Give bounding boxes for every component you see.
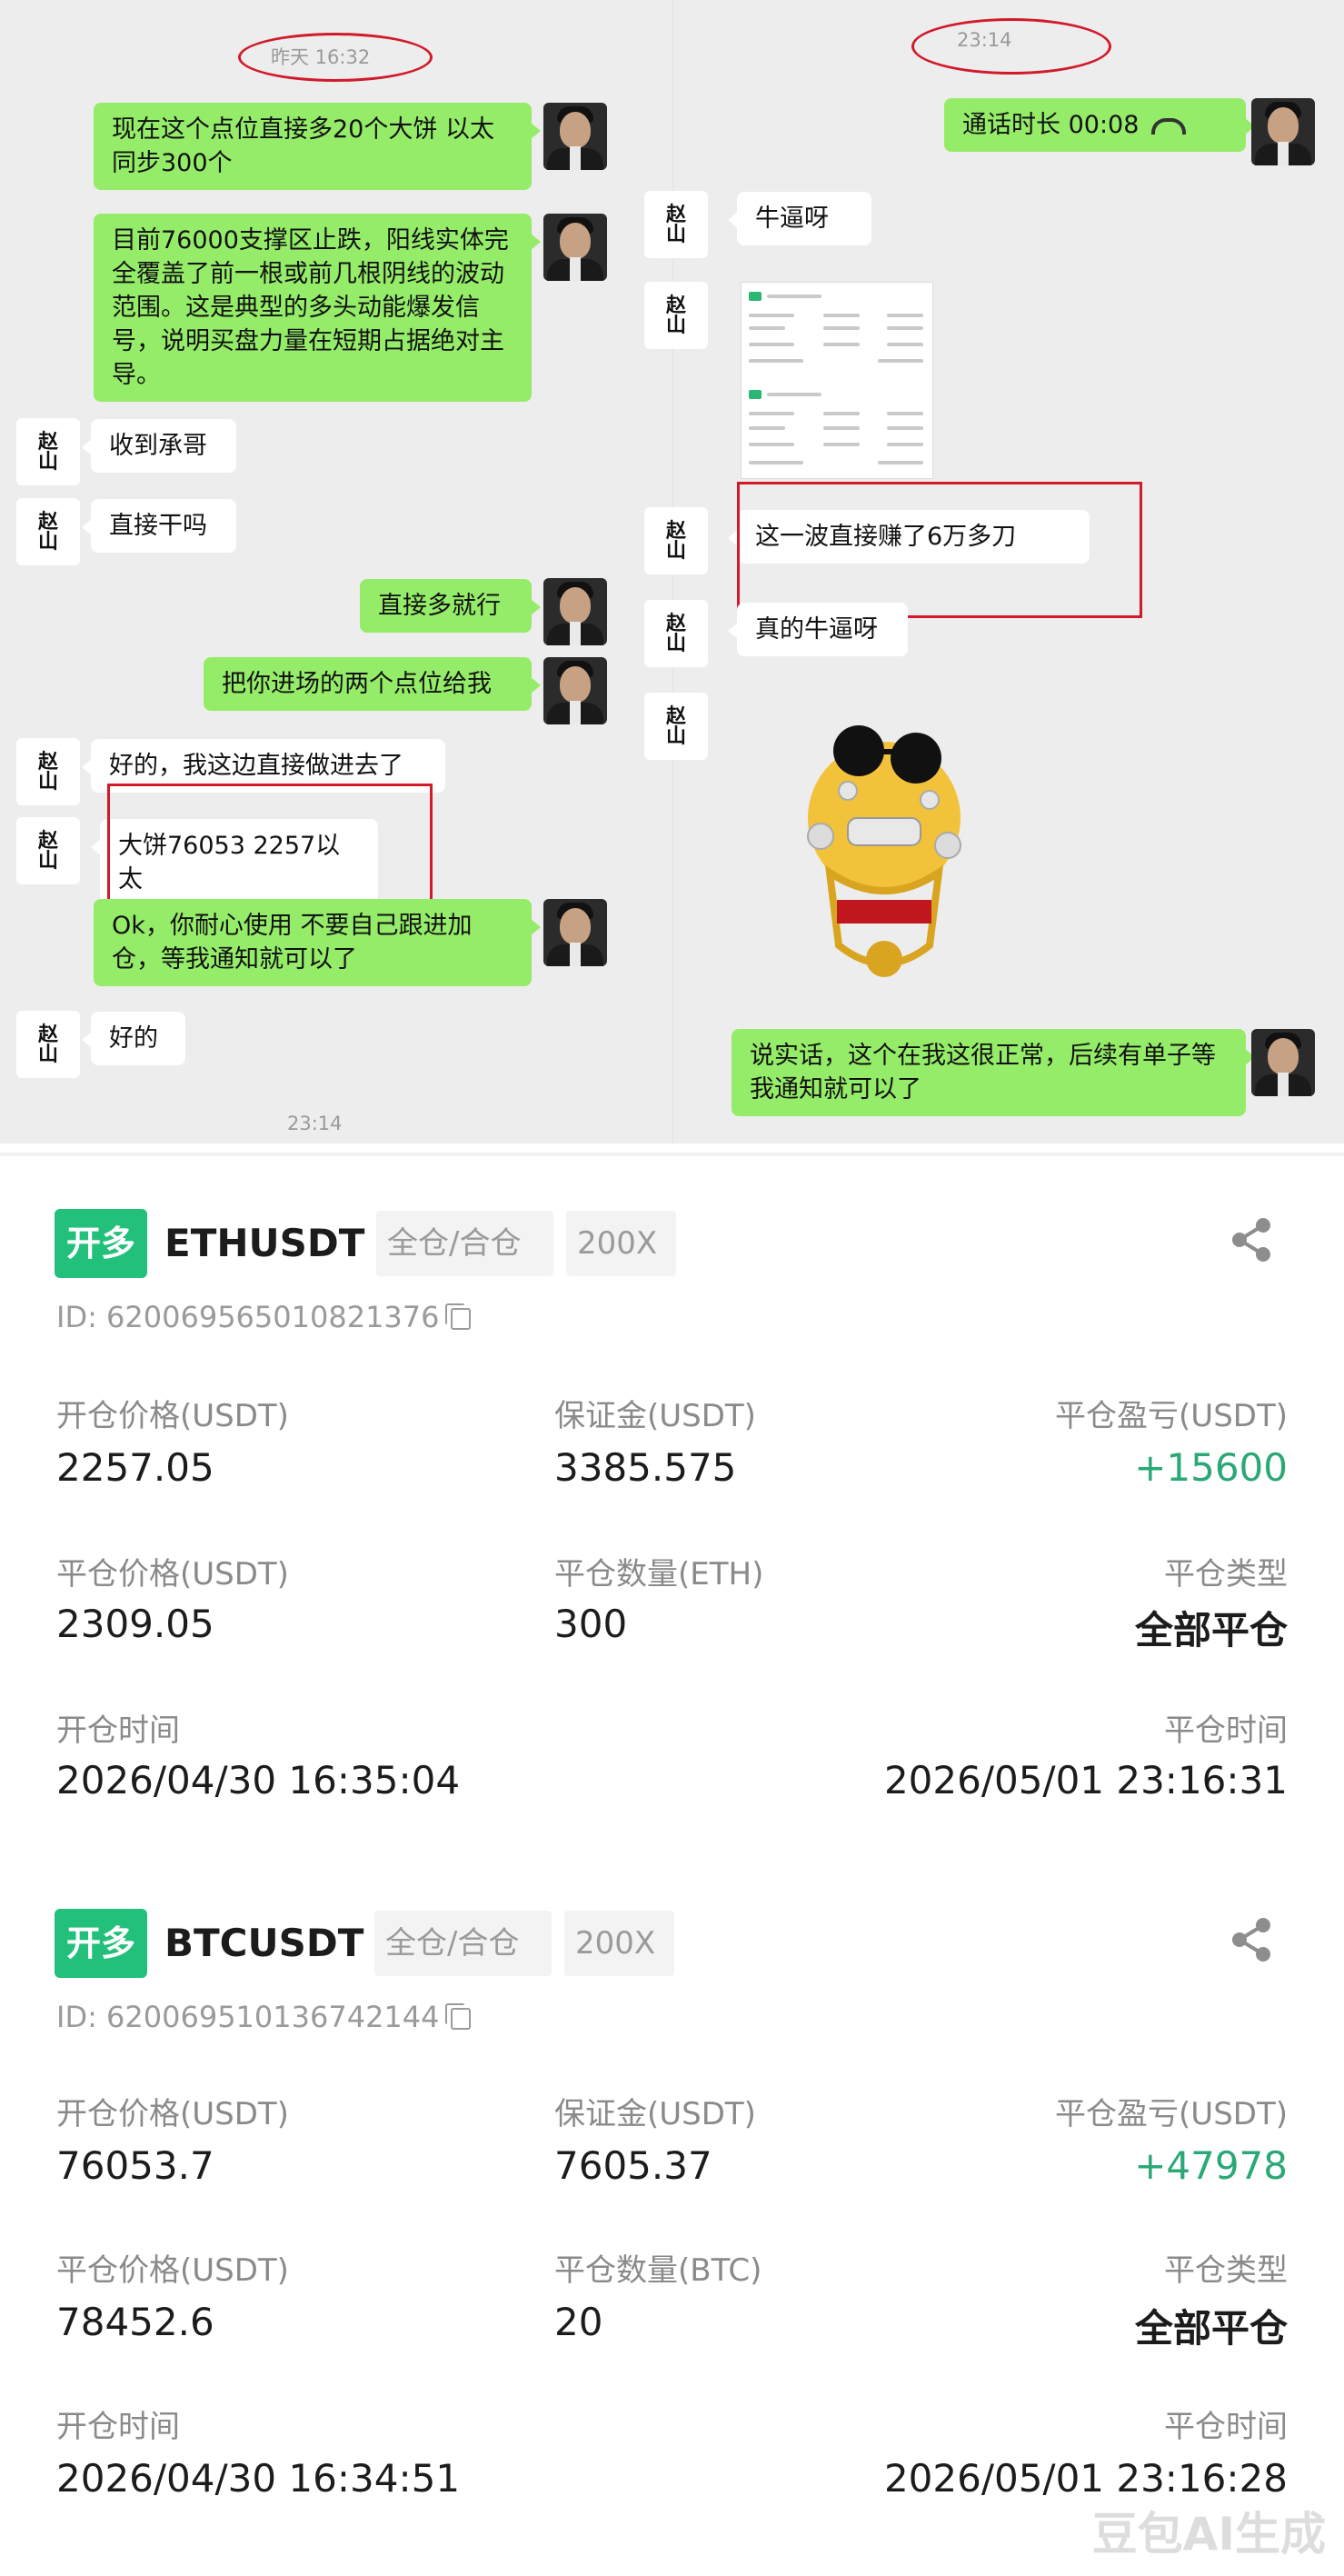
highlight-box — [107, 784, 433, 907]
phone-hangup-icon — [1151, 117, 1187, 135]
avatar-contact[interactable]: 赵山 — [644, 191, 708, 258]
order-id: ID: 620069565010821376 — [56, 1300, 471, 1334]
close-price-value: 78452.6 — [56, 2300, 214, 2344]
message-bubble-received[interactable]: 好的 — [82, 1012, 185, 1065]
message-bubble-sent[interactable]: 直接多就行 — [360, 579, 541, 633]
chat-panel-left: 昨天 16:32 现在这个点位直接多20个大饼 以太同步300个 目前76000… — [0, 0, 672, 1143]
avatar-contact[interactable]: 赵山 — [644, 507, 708, 574]
message-bubble-sent[interactable]: 说实话，这个在我这很正常，后续有单子等我通知就可以了 — [732, 1029, 1255, 1116]
message-bubble-received[interactable]: 牛逼呀 — [728, 192, 871, 245]
close-time-label: 平仓时间 — [1164, 1712, 1288, 1749]
calligraphy-avatar-icon: 赵山 — [665, 704, 686, 748]
watermark: 豆包AI生成 — [1091, 2508, 1326, 2561]
timestamp: 23:14 — [287, 1113, 343, 1134]
close-type-label: 平仓类型 — [1164, 1556, 1288, 1593]
chat-panel-right: 23:14 通话时长 00:08 赵山 牛逼呀 赵山 赵山 这一波直接赚了6万多… — [644, 0, 1344, 1143]
margin-value: 7605.37 — [554, 2143, 712, 2188]
close-qty-label: 平仓数量(BTC) — [554, 2252, 762, 2289]
margin-mode-chip: 全仓/合仓 — [374, 1911, 552, 1976]
avatar-self[interactable] — [543, 214, 607, 281]
close-price-value: 2309.05 — [56, 1602, 214, 1646]
highlight-oval — [238, 33, 433, 82]
avatar-self[interactable] — [1251, 98, 1315, 165]
direction-badge: 开多 — [55, 1909, 147, 1978]
avatar-contact[interactable]: 赵山 — [16, 738, 80, 805]
trade-card-eth: 开多 ETHUSDT 全仓/合仓 200X ID: 62006956501082… — [0, 1156, 1344, 1856]
message-bubble-sent[interactable]: 现在这个点位直接多20个大饼 以太同步300个 — [94, 103, 541, 190]
pnl-label: 平仓盈亏(USDT) — [1055, 2096, 1288, 2132]
margin-value: 3385.575 — [554, 1445, 737, 1490]
call-record-bubble[interactable]: 通话时长 00:08 — [944, 98, 1255, 152]
share-icon[interactable] — [1227, 1214, 1278, 1265]
close-time-label: 平仓时间 — [1164, 2409, 1288, 2445]
message-bubble-sent[interactable]: 把你进场的两个点位给我 — [204, 657, 541, 711]
open-price-label: 开仓价格(USDT) — [56, 1398, 289, 1434]
avatar-self[interactable] — [543, 103, 607, 170]
calligraphy-avatar-icon: 赵山 — [37, 829, 58, 873]
pnl-value: +15600 — [1134, 1445, 1288, 1490]
calligraphy-avatar-icon: 赵山 — [665, 612, 686, 655]
avatar-contact[interactable]: 赵山 — [16, 817, 80, 884]
message-bubble-received[interactable]: 真的牛逼呀 — [728, 603, 908, 656]
pnl-value: +47978 — [1134, 2143, 1288, 2188]
copy-icon[interactable] — [444, 1303, 471, 1330]
pnl-label: 平仓盈亏(USDT) — [1055, 1398, 1288, 1434]
avatar-self[interactable] — [543, 899, 607, 966]
avatar-self[interactable] — [1251, 1029, 1315, 1096]
trade-card-btc: 开多 BTCUSDT 全仓/合仓 200X ID: 62006951013674… — [0, 1856, 1344, 2576]
avatar-contact[interactable]: 赵山 — [16, 418, 80, 485]
close-type-label: 平仓类型 — [1164, 2252, 1288, 2289]
avatar-contact[interactable]: 赵山 — [16, 1011, 80, 1078]
close-price-label: 平仓价格(USDT) — [56, 2252, 289, 2289]
open-time-label: 开仓时间 — [56, 1712, 180, 1749]
margin-label: 保证金(USDT) — [554, 1398, 756, 1434]
avatar-contact[interactable]: 赵山 — [644, 693, 708, 760]
sticker-rich-emoji[interactable] — [793, 718, 975, 987]
close-qty-label: 平仓数量(ETH) — [554, 1556, 764, 1593]
highlight-box — [737, 482, 1142, 618]
close-time-value: 2026/05/01 23:16:31 — [883, 1758, 1288, 1802]
share-icon[interactable] — [1227, 1914, 1278, 1965]
open-time-value: 2026/04/30 16:34:51 — [56, 2456, 461, 2501]
chat-screenshot: 昨天 16:32 现在这个点位直接多20个大饼 以太同步300个 目前76000… — [0, 0, 1344, 1143]
close-qty-value: 300 — [554, 1602, 628, 1646]
calligraphy-avatar-icon: 赵山 — [665, 294, 686, 337]
margin-mode-chip: 全仓/合仓 — [376, 1211, 553, 1276]
avatar-self[interactable] — [543, 657, 607, 724]
avatar-contact[interactable]: 赵山 — [644, 600, 708, 667]
message-bubble-sent[interactable]: Ok，你耐心使用 不要自己跟进加仓，等我通知就可以了 — [94, 899, 541, 986]
avatar-contact[interactable]: 赵山 — [16, 498, 80, 565]
close-price-label: 平仓价格(USDT) — [56, 1556, 289, 1593]
calligraphy-avatar-icon: 赵山 — [37, 750, 58, 794]
close-type-value: 全部平仓 — [1134, 2306, 1288, 2351]
avatar-self[interactable] — [543, 578, 607, 645]
image-message-trade-screenshot[interactable] — [741, 282, 933, 479]
symbol-label: ETHUSDT — [164, 1221, 365, 1265]
avatar-contact[interactable]: 赵山 — [644, 282, 708, 349]
close-qty-value: 20 — [554, 2300, 603, 2344]
open-price-value: 2257.05 — [56, 1445, 214, 1490]
open-time-value: 2026/04/30 16:35:04 — [56, 1758, 461, 1802]
margin-label: 保证金(USDT) — [554, 2096, 756, 2132]
close-type-value: 全部平仓 — [1134, 1608, 1288, 1652]
order-id: ID: 620069510136742144 — [56, 2000, 471, 2034]
calligraphy-avatar-icon: 赵山 — [37, 430, 58, 474]
calligraphy-avatar-icon: 赵山 — [37, 510, 58, 554]
open-price-value: 76053.7 — [56, 2143, 214, 2188]
calligraphy-avatar-icon: 赵山 — [665, 203, 686, 246]
open-price-label: 开仓价格(USDT) — [56, 2096, 289, 2132]
open-time-label: 开仓时间 — [56, 2409, 180, 2445]
message-bubble-received[interactable]: 收到承哥 — [82, 419, 236, 473]
message-bubble-received[interactable]: 直接干吗 — [82, 499, 236, 553]
close-time-value: 2026/05/01 23:16:28 — [883, 2456, 1288, 2501]
leverage-chip: 200X — [564, 1911, 674, 1976]
leverage-chip: 200X — [566, 1211, 676, 1276]
highlight-oval — [911, 18, 1111, 75]
symbol-label: BTCUSDT — [164, 1921, 364, 1965]
message-bubble-sent[interactable]: 目前76000支撑区止跌，阳线实体完全覆盖了前一根或前几根阴线的波动范围。这是典… — [94, 214, 541, 402]
direction-badge: 开多 — [55, 1209, 147, 1278]
calligraphy-avatar-icon: 赵山 — [37, 1023, 58, 1066]
calligraphy-avatar-icon: 赵山 — [665, 519, 686, 563]
copy-icon[interactable] — [444, 2003, 471, 2030]
